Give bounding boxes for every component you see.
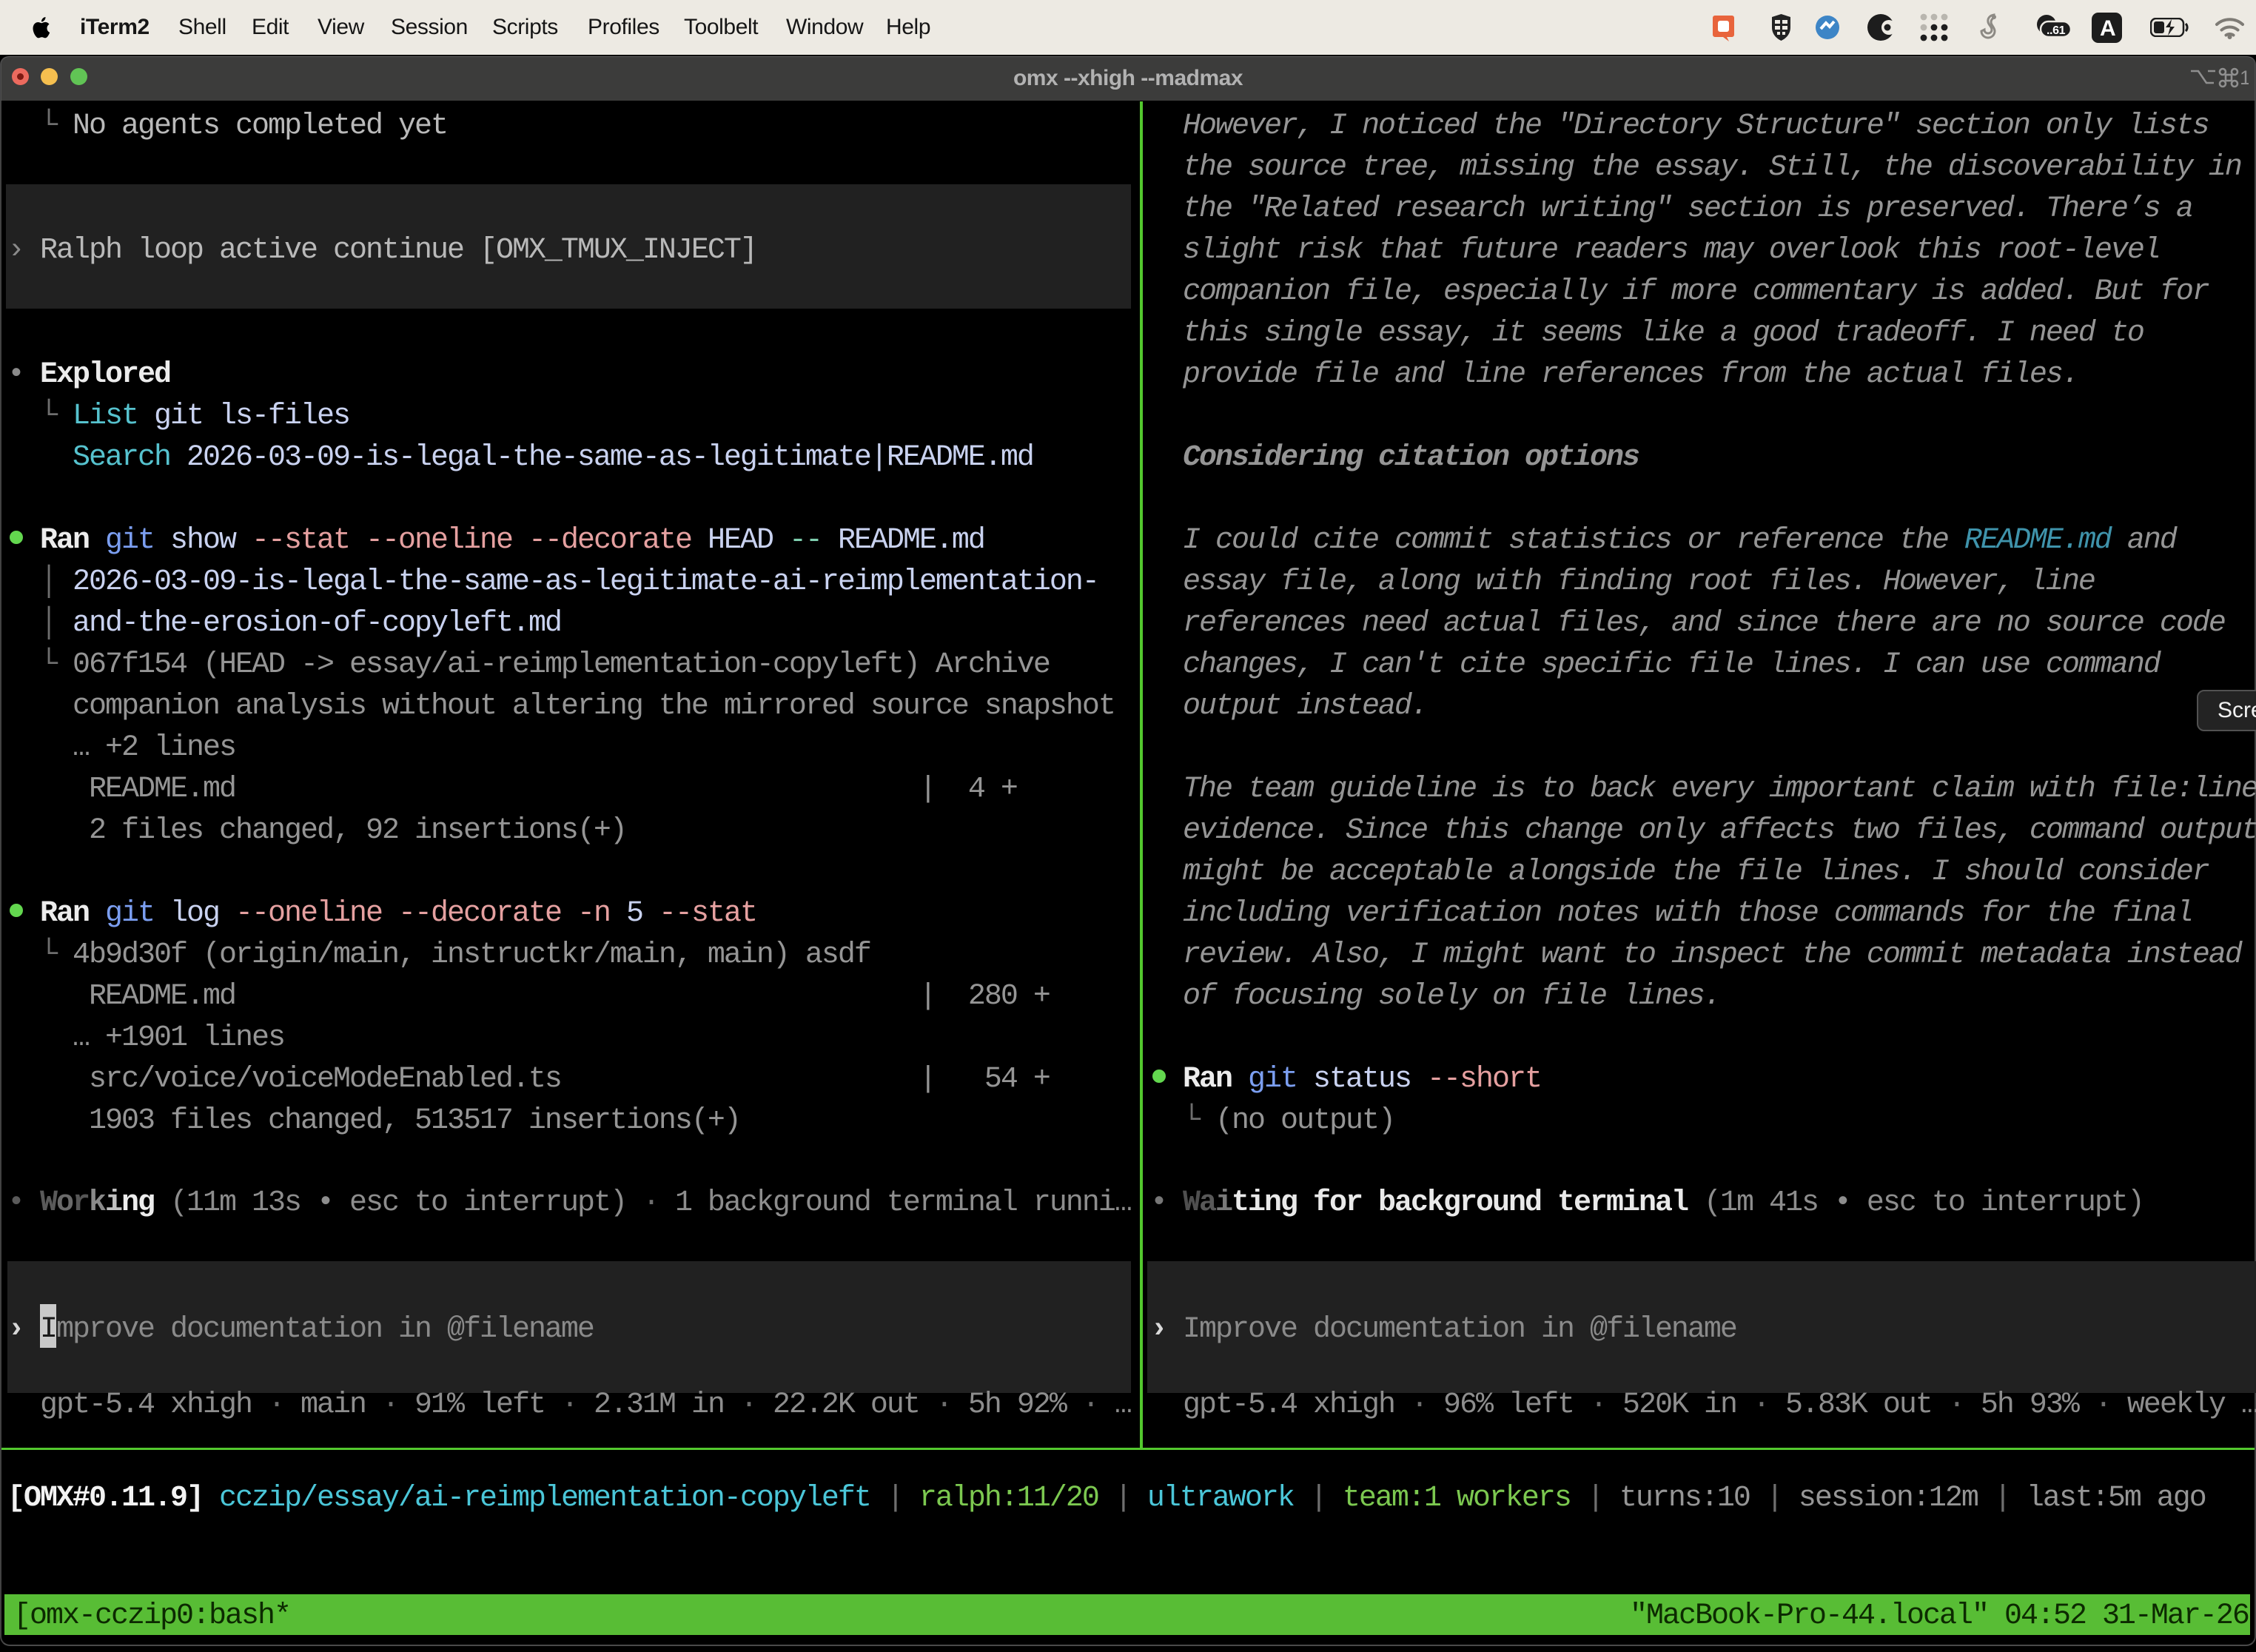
svg-text:..61: ..61	[2047, 24, 2066, 37]
svg-text:A: A	[2100, 16, 2115, 41]
svg-text:1: 1	[2240, 67, 2249, 89]
